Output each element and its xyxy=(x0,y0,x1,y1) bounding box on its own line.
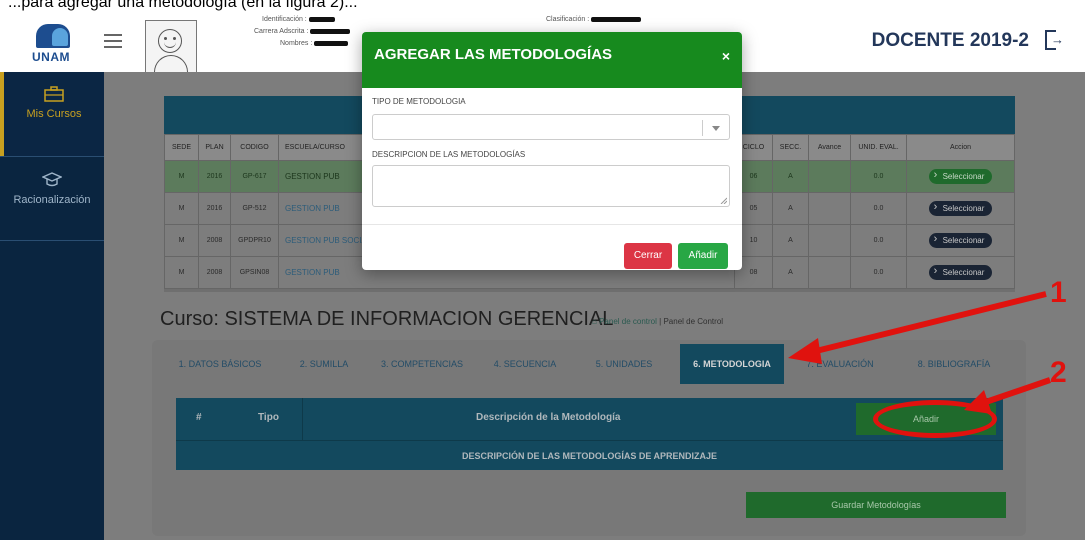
cerrar-button[interactable]: Cerrar xyxy=(624,243,672,269)
modal-divider xyxy=(362,224,742,225)
sidebar-item-racionalizacion[interactable]: Racionalización xyxy=(0,158,104,242)
col-descripcion: Descripción de la Metodología xyxy=(476,412,621,423)
modal-title: AGREGAR LAS METODOLOGÍAS xyxy=(374,46,613,63)
breadcrumb-separator: | xyxy=(659,317,662,326)
tab-competencias[interactable]: 3. COMPETENCIAS xyxy=(368,344,476,384)
chevron-down-icon xyxy=(712,126,720,131)
caption-strip: ...para agregar una metodología (en la f… xyxy=(0,0,1085,14)
col-num: # xyxy=(196,412,202,423)
cell-codigo: GPSIN08 xyxy=(230,256,279,289)
cell-codigo: GP-512 xyxy=(230,192,279,225)
metodologia-description-row: DESCRIPCIÓN DE LAS METODOLOGÍAS DE APREN… xyxy=(176,440,1003,470)
info-carrera: Carrera Adscrita : xyxy=(254,28,351,35)
breadcrumb-current: Panel de Control xyxy=(663,317,724,326)
caption-text: ...para agregar una metodología (en la f… xyxy=(8,0,358,11)
cell-codigo: GP-617 xyxy=(230,160,279,193)
arrow-1-head xyxy=(788,338,822,364)
col-plan: PLAN xyxy=(198,134,231,161)
briefcase-icon xyxy=(44,86,64,102)
cell-sede: M xyxy=(164,160,199,193)
cell-accion: Seleccionar xyxy=(906,224,1015,257)
annotation-ellipse xyxy=(873,400,997,438)
save-metodologias-button[interactable]: Guardar Metodologías xyxy=(746,492,1006,518)
seleccionar-button[interactable]: Seleccionar xyxy=(928,265,993,280)
graduation-cap-icon xyxy=(42,172,62,187)
cell-secc: A xyxy=(772,224,809,257)
breadcrumb-home[interactable]: Panel de control xyxy=(599,317,657,326)
col-accion: Accion xyxy=(906,134,1015,161)
col-sede: SEDE xyxy=(164,134,199,161)
annotation-number-2: 2 xyxy=(1050,356,1067,389)
breadcrumb: ⌂ Panel de control | Panel de Control xyxy=(592,317,723,326)
sidebar-item-label: Racionalización xyxy=(13,194,91,206)
home-icon[interactable]: ⌂ xyxy=(592,317,597,326)
cell-plan: 2008 xyxy=(198,224,231,257)
sidebar: Mis Cursos Racionalización xyxy=(0,72,104,540)
col-unid: UNID. EVAL. xyxy=(850,134,907,161)
cell-avance xyxy=(808,224,851,257)
col-codigo: CODIGO xyxy=(230,134,279,161)
cell-plan: 2016 xyxy=(198,192,231,225)
tipo-label: TIPO DE METODOLOGIA xyxy=(372,97,466,106)
cell-unid: 0.0 xyxy=(850,224,907,257)
cell-sede: M xyxy=(164,192,199,225)
cell-plan: 2016 xyxy=(198,160,231,193)
cell-unid: 0.0 xyxy=(850,192,907,225)
col-avance: Avance xyxy=(808,134,851,161)
info-nombres: Nombres : xyxy=(280,40,349,47)
arrow-2-line xyxy=(979,377,1051,407)
cell-sede: M xyxy=(164,256,199,289)
seleccionar-button[interactable]: Seleccionar xyxy=(928,233,993,248)
sidebar-item-mis-cursos[interactable]: Mis Cursos xyxy=(0,72,104,156)
cell-sede: M xyxy=(164,224,199,257)
menu-icon[interactable] xyxy=(104,34,122,48)
unam-logo[interactable]: UNAM xyxy=(28,22,86,66)
logo-text: UNAM xyxy=(32,50,70,64)
close-icon[interactable]: × xyxy=(722,48,730,64)
cell-accion: Seleccionar xyxy=(906,160,1015,193)
avatar xyxy=(145,20,197,74)
seleccionar-button[interactable]: Seleccionar xyxy=(928,201,993,216)
cell-unid: 0.0 xyxy=(850,160,907,193)
info-identificacion: Identificación : xyxy=(262,16,335,23)
annotation-number-1: 1 xyxy=(1050,276,1067,309)
tab-metodologia[interactable]: 6. METODOLOGIA xyxy=(680,344,784,384)
descripcion-label: DESCRIPCION DE LAS METODOLOGÍAS xyxy=(372,150,526,159)
tab-unidades[interactable]: 5. UNIDADES xyxy=(574,344,674,384)
sidebar-item-label: Mis Cursos xyxy=(26,108,82,120)
tab-secuencia[interactable]: 4. SECUENCIA xyxy=(480,344,570,384)
seleccionar-button[interactable]: Seleccionar xyxy=(928,169,993,184)
arrow-1-line xyxy=(803,291,1047,357)
modal-header: AGREGAR LAS METODOLOGÍAS × xyxy=(362,32,742,88)
resize-handle-icon[interactable] xyxy=(720,197,727,204)
cell-accion: Seleccionar xyxy=(906,192,1015,225)
page-title: DOCENTE 2019-2 xyxy=(871,30,1029,51)
cell-avance xyxy=(808,160,851,193)
col-tipo: Tipo xyxy=(258,412,279,423)
anadir-button[interactable]: Añadir xyxy=(678,243,728,269)
tab-datos-basicos[interactable]: 1. DATOS BÁSICOS xyxy=(160,344,280,384)
cell-secc: A xyxy=(772,160,809,193)
col-secc: SECC. xyxy=(772,134,809,161)
info-clasificacion: Clasificación : xyxy=(546,16,642,23)
cell-secc: A xyxy=(772,192,809,225)
course-title: Curso: SISTEMA DE INFORMACION GERENCIAL xyxy=(160,308,614,330)
descripcion-textarea[interactable] xyxy=(372,165,730,207)
cell-avance xyxy=(808,192,851,225)
cell-plan: 2008 xyxy=(198,256,231,289)
cell-codigo: GPDPR10 xyxy=(230,224,279,257)
logout-icon[interactable]: → xyxy=(1045,30,1064,50)
tipo-metodologia-select[interactable] xyxy=(372,114,730,140)
tab-sumilla[interactable]: 2. SUMILLA xyxy=(284,344,364,384)
